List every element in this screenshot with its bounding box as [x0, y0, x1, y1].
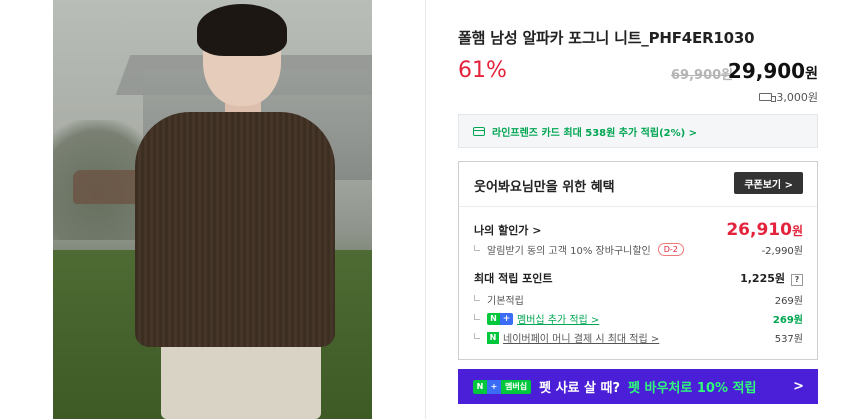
max-points-row: 최대 적립 포인트 1,225원? — [474, 270, 803, 286]
original-price: 69,900원 — [671, 68, 734, 83]
product-title: 폴햄 남성 알파카 포그니 니트_PHF4ER1030 — [458, 29, 755, 47]
npay-link[interactable]: 네이버페이 머니 결제 시 최대 적립 > — [503, 330, 659, 345]
max-points-label: 최대 적립 포인트 — [474, 272, 553, 285]
card-benefit-link[interactable]: 라인프렌즈 카드 최대 538원 추가 적립(2%) > — [458, 114, 818, 148]
benefit-title: 웃어봐요님만을 위한 혜택 — [474, 180, 615, 195]
npay-points-row: N 네이버페이 머니 결제 시 최대 적립 > 537원 — [474, 330, 803, 345]
product-image[interactable] — [53, 0, 372, 419]
membership-points-value: 269원 — [772, 315, 803, 326]
max-points-value: 1,225원 — [740, 272, 785, 285]
npay-points-value: 537원 — [774, 334, 803, 345]
card-benefit-text: 라인프렌즈 카드 최대 538원 추가 적립(2%) > — [492, 127, 698, 139]
my-discount-link[interactable]: 나의 할인가 > — [474, 222, 541, 238]
my-discount-price: 26,910원 — [726, 220, 803, 240]
banner-text: 펫 사료 살 때? — [539, 381, 621, 396]
basic-points-label: 기본적립 — [487, 296, 524, 307]
benefit-box: 웃어봐요님만을 위한 혜택 쿠폰보기 > 나의 할인가 > 26,910원 알림… — [458, 161, 818, 360]
membership-points-row: N + 멤버십 추가 적립 > 269원 — [474, 311, 803, 326]
product-page: 폴햄 남성 알파카 포그니 니트_PHF4ER1030 61% 69,900원 … — [0, 0, 850, 419]
naver-pay-icon: N — [487, 331, 499, 344]
my-discount-row: 나의 할인가 > 26,910원 — [474, 220, 803, 240]
question-icon[interactable]: ? — [791, 273, 803, 286]
chevron-right-icon: > — [793, 379, 804, 394]
membership-link[interactable]: 멤버십 추가 적립 > — [517, 311, 599, 326]
shipping-fee: 3,000원 — [759, 89, 818, 105]
naver-plus-membership-badge: N + 멤버십 — [473, 379, 532, 394]
pet-voucher-banner[interactable]: N + 멤버십 펫 사료 살 때? 펫 바우처로 10% 적립 > — [458, 369, 818, 404]
alert-coupon-value: -2,990원 — [761, 246, 803, 257]
my-discount-price-unit: 원 — [791, 224, 803, 238]
my-discount-price-value: 26,910 — [726, 220, 792, 240]
banner-highlight: 펫 바우처로 10% 적립 — [628, 381, 757, 396]
sale-price: 29,900원 — [728, 59, 818, 83]
credit-card-icon — [473, 126, 485, 136]
alert-coupon-row: 알림받기 동의 고객 10% 장바구니할인 D-2 -2,990원 — [474, 242, 803, 257]
basic-points-value: 269원 — [774, 296, 803, 307]
basic-points-row: 기본적립 269원 — [474, 292, 803, 307]
benefit-divider — [459, 206, 817, 207]
coupon-button[interactable]: 쿠폰보기 > — [734, 172, 803, 194]
truck-icon — [759, 93, 777, 102]
sale-price-unit: 원 — [805, 66, 818, 82]
discount-rate: 61% — [458, 58, 507, 83]
divider — [425, 0, 426, 419]
naver-plus-icon: N + — [487, 312, 513, 325]
shipping-fee-value: 3,000원 — [776, 91, 818, 104]
d-day-badge: D-2 — [657, 243, 684, 256]
alert-coupon-label: 알림받기 동의 고객 10% 장바구니할인 — [487, 246, 651, 257]
sale-price-value: 29,900 — [727, 59, 806, 83]
